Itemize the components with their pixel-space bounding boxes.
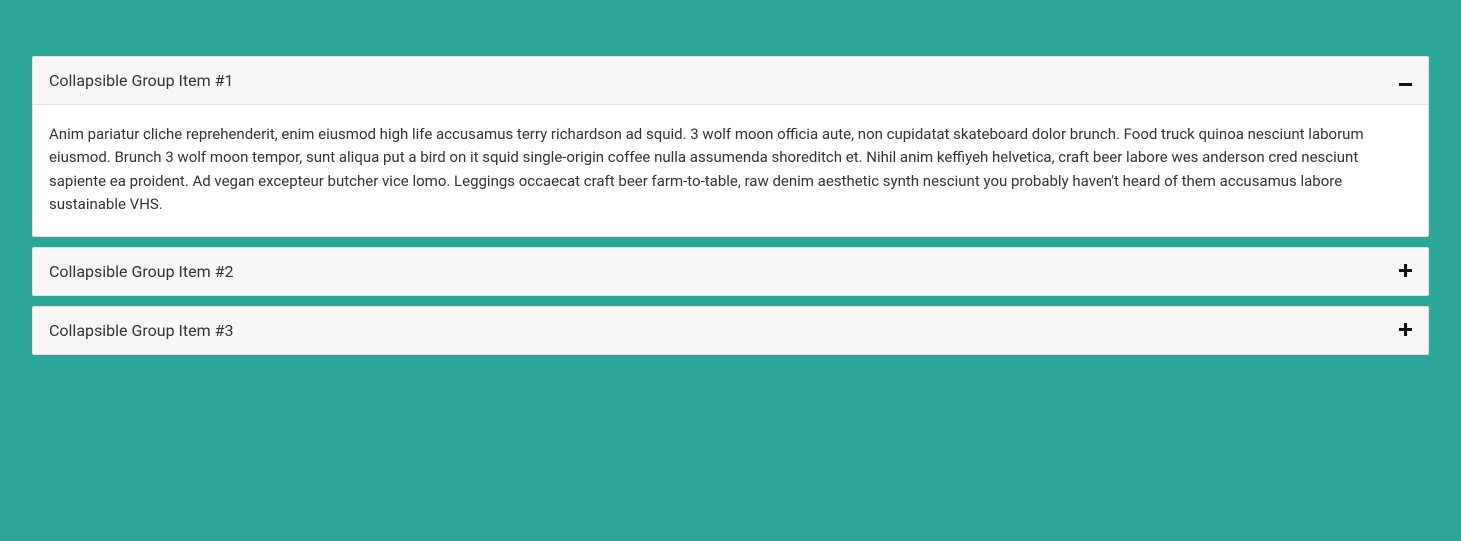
accordion-header-1[interactable]: Collapsible Group Item #1 [33, 57, 1428, 104]
accordion-panel-2: Collapsible Group Item #2 [32, 247, 1429, 296]
plus-icon [1399, 322, 1412, 340]
accordion-container: Collapsible Group Item #1 Anim pariatur … [0, 0, 1461, 387]
plus-icon [1399, 263, 1412, 281]
minus-icon [1399, 72, 1412, 90]
accordion-header-3[interactable]: Collapsible Group Item #3 [33, 307, 1428, 354]
accordion-header-2[interactable]: Collapsible Group Item #2 [33, 248, 1428, 295]
accordion-body-1: Anim pariatur cliche reprehenderit, enim… [33, 104, 1428, 236]
accordion: Collapsible Group Item #1 Anim pariatur … [32, 56, 1429, 355]
accordion-panel-1: Collapsible Group Item #1 Anim pariatur … [32, 56, 1429, 237]
accordion-title-3: Collapsible Group Item #3 [49, 321, 233, 340]
accordion-panel-3: Collapsible Group Item #3 [32, 306, 1429, 355]
accordion-title-1: Collapsible Group Item #1 [49, 71, 233, 90]
accordion-title-2: Collapsible Group Item #2 [49, 262, 233, 281]
